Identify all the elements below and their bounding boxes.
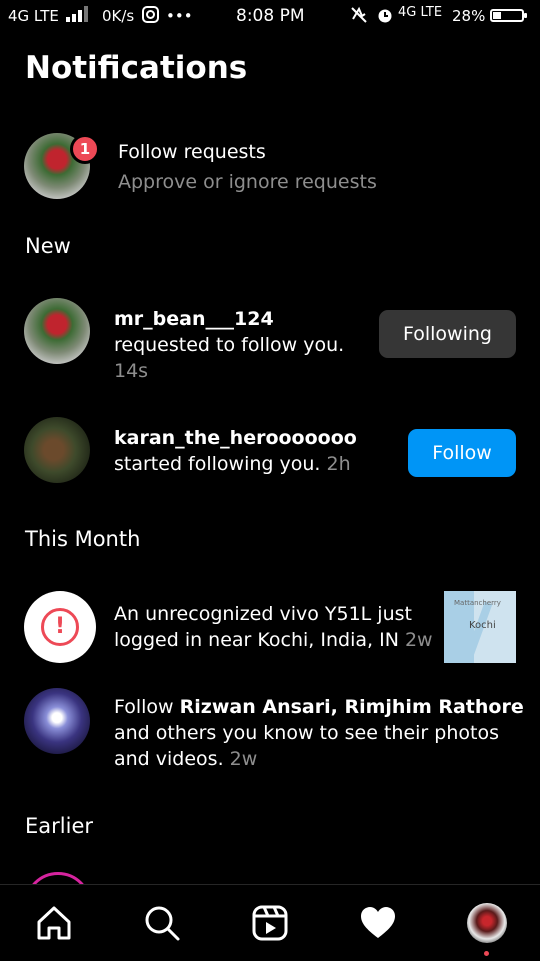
map-place-label: Mattancherry <box>454 599 501 607</box>
more-icon: ••• <box>166 7 193 25</box>
suggested-names[interactable]: Rizwan Ansari, Rimjhim Rathore <box>180 696 524 718</box>
notification-time: 14s <box>114 360 149 382</box>
notification-time: 2w <box>229 748 258 770</box>
login-line-1: An unrecognized vivo Y51L just <box>114 603 412 625</box>
section-earlier: Earlier <box>25 814 93 838</box>
data-speed: 0K/s <box>102 7 135 25</box>
battery-fill <box>493 12 502 19</box>
avatar[interactable] <box>24 688 90 754</box>
login-line-2-text: logged in near Kochi, India, IN <box>114 629 399 651</box>
section-this-month: This Month <box>25 527 141 551</box>
username[interactable]: karan_the_herooooooo <box>114 425 357 451</box>
suggest-prefix: Follow <box>114 696 174 718</box>
home-icon[interactable] <box>34 903 74 943</box>
network-label: 4G LTE <box>8 7 59 25</box>
login-line-2: logged in near Kochi, India, IN 2w <box>114 627 433 653</box>
map-thumbnail[interactable]: Mattancherry Kochi <box>444 591 516 663</box>
suggest-line-3-text: and videos. <box>114 748 224 770</box>
suggest-line-1: Follow Rizwan Ansari, Rimjhim Rathore <box>114 694 524 720</box>
notification-text-body: started following you. <box>114 453 321 475</box>
clock: 8:08 PM <box>236 6 305 26</box>
map-city-label: Kochi <box>469 620 496 631</box>
follow-requests-subtitle: Approve or ignore requests <box>118 171 377 193</box>
username[interactable]: mr_bean___124 <box>114 306 274 332</box>
request-count-badge: 1 <box>70 134 100 164</box>
mute-icon <box>350 6 368 28</box>
notification-time: 2w <box>404 629 433 651</box>
battery-percent: 28% <box>452 7 486 25</box>
suggest-line-2: and others you know to see their photos <box>114 722 499 744</box>
battery-icon <box>490 9 527 22</box>
network-label-right: 4G LTE <box>398 5 443 20</box>
section-new: New <box>25 234 71 258</box>
notification-time: 2h <box>326 453 351 475</box>
follow-requests-title: Follow requests <box>118 141 266 163</box>
heart-icon[interactable] <box>358 903 398 943</box>
page-title: Notifications <box>25 50 248 86</box>
reels-icon[interactable] <box>250 903 290 943</box>
avatar[interactable] <box>24 298 90 364</box>
follow-button[interactable]: Follow <box>408 429 516 477</box>
following-button[interactable]: Following <box>379 310 516 358</box>
profile-avatar[interactable] <box>467 903 507 943</box>
signal-icon <box>66 5 90 27</box>
status-bar: 4G LTE 0K/s ••• 8:08 PM 4G LTE 28% <box>0 0 540 34</box>
notification-dot <box>484 951 489 956</box>
avatar[interactable] <box>24 417 90 483</box>
bottom-nav <box>0 884 540 961</box>
alarm-icon <box>376 6 394 28</box>
exclamation-icon: ! <box>41 608 79 646</box>
suggest-line-3: and videos. 2w <box>114 746 257 772</box>
search-icon[interactable] <box>142 903 182 943</box>
alert-avatar: ! <box>24 591 96 663</box>
instagram-icon <box>142 6 159 27</box>
notification-text: requested to follow you. <box>114 334 345 356</box>
notification-text: started following you. 2h <box>114 451 351 477</box>
